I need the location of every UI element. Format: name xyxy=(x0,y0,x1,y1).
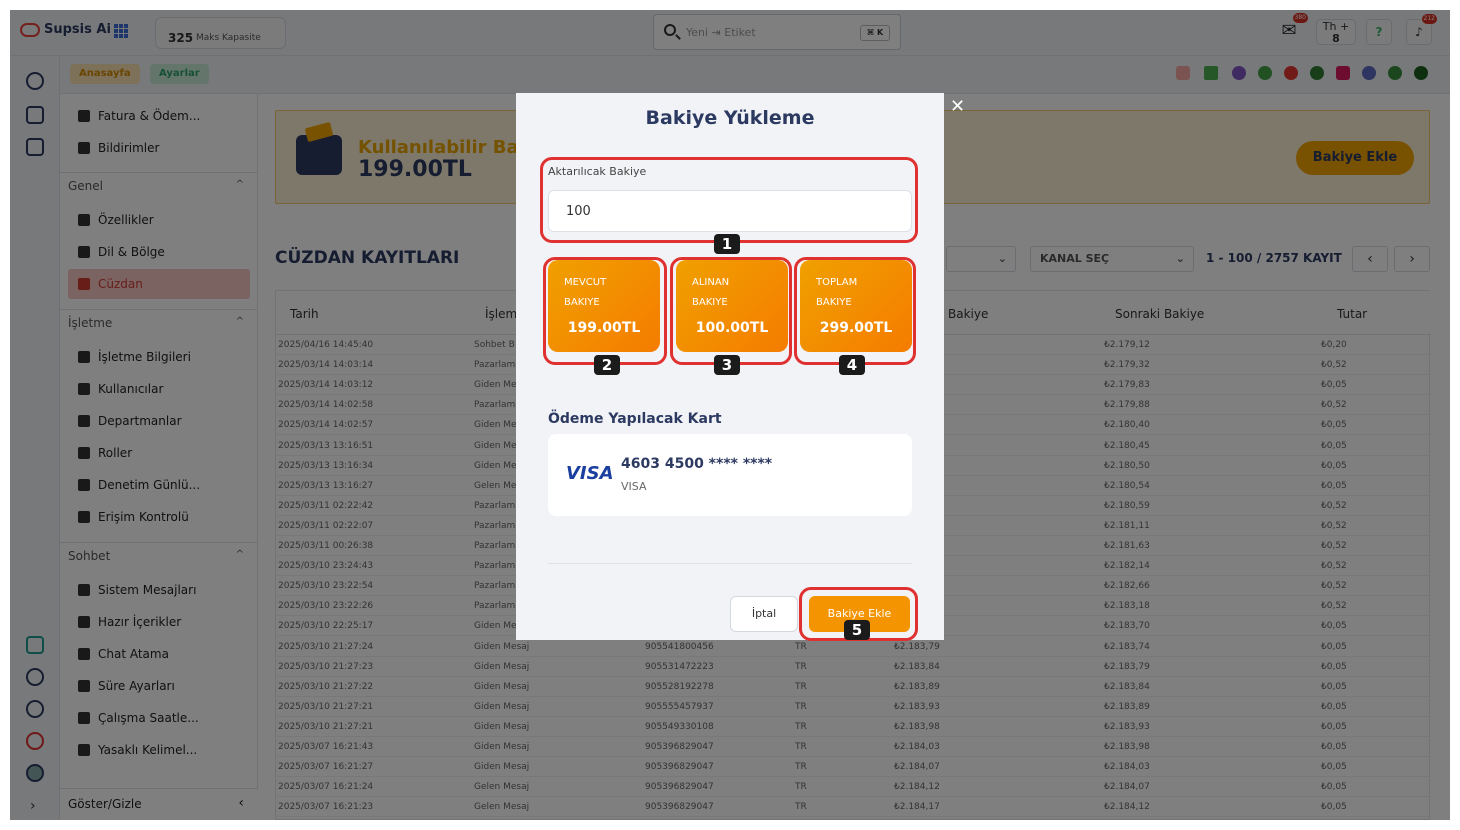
divider xyxy=(548,563,912,564)
add-balance-modal: Bakiye Yükleme Aktarılıcak Bakiye MEVCUT… xyxy=(516,93,944,641)
cancel-button[interactable]: İptal xyxy=(730,596,798,632)
highlight-current xyxy=(543,257,667,365)
highlight-amount xyxy=(540,157,918,243)
highlight-total xyxy=(794,257,916,365)
annotation-marker: 5 xyxy=(844,620,870,640)
modal-title: Bakiye Yükleme xyxy=(645,107,815,129)
card-number: 4603 4500 **** **** xyxy=(621,456,773,472)
close-icon[interactable]: ✕ xyxy=(950,96,965,117)
annotation-marker: 1 xyxy=(714,234,740,254)
annotation-marker: 2 xyxy=(594,355,620,375)
annotation-marker: 4 xyxy=(839,355,865,375)
payment-card-label: Ödeme Yapılacak Kart xyxy=(548,411,722,427)
card-type: VISA xyxy=(621,480,647,493)
visa-logo: VISA xyxy=(566,463,614,484)
annotation-marker: 3 xyxy=(714,355,740,375)
payment-card[interactable]: VISA 4603 4500 **** **** VISA xyxy=(548,434,912,516)
highlight-received xyxy=(670,257,792,365)
